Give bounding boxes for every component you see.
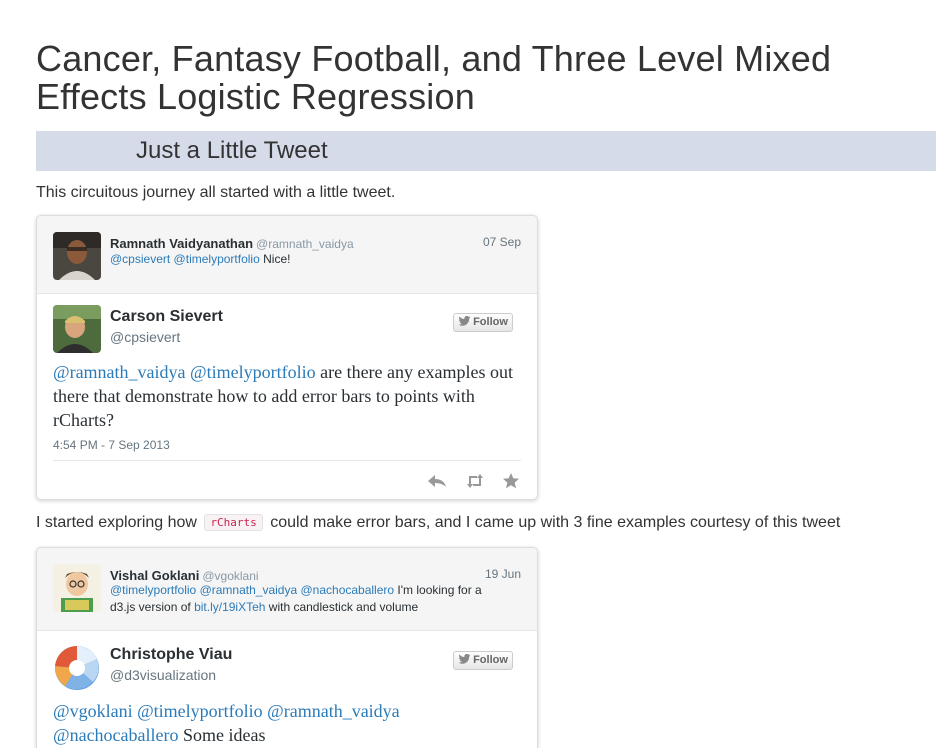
author-name[interactable]: Christophe Viau <box>110 646 232 664</box>
vishal-avatar[interactable] <box>53 564 101 612</box>
mention-link[interactable]: @nachocaballero <box>53 725 179 745</box>
favorite-icon[interactable] <box>502 473 522 489</box>
section-heading: Just a Little Tweet <box>136 137 328 164</box>
reply-body: Nice! <box>263 252 291 266</box>
follow-button[interactable]: Follow <box>453 313 513 332</box>
section-heading-band: Just a Little Tweet <box>36 131 936 171</box>
reply-date[interactable]: 19 Jun <box>485 567 521 581</box>
code-snippet: rCharts <box>204 514 263 531</box>
ramnath-avatar[interactable] <box>53 232 101 280</box>
follow-label: Follow <box>473 316 508 328</box>
reply-date[interactable]: 07 Sep <box>483 235 521 249</box>
in-reply-to-tweet: Ramnath Vaidyanathan @ramnath_vaidya 07 S… <box>37 216 537 294</box>
middle-paragraph: I started exploring how rCharts could ma… <box>36 514 840 532</box>
mention-link[interactable]: @cpsievert <box>110 252 170 266</box>
author-name[interactable]: Carson Sievert <box>110 308 223 326</box>
mention-link[interactable]: @timelyportfolio <box>174 252 260 266</box>
mention-link[interactable]: @timelyportfolio <box>110 583 196 597</box>
in-reply-to-tweet: Vishal Goklani @vgoklani 19 Jun @timelypo… <box>37 548 537 631</box>
reply-author-handle[interactable]: @ramnath_vaidya <box>256 237 354 251</box>
tweet-text: @ramnath_vaidya @timelyportfolio are the… <box>53 360 523 432</box>
follow-label: Follow <box>473 654 508 666</box>
author-handle[interactable]: @d3visualization <box>110 667 216 683</box>
middle-text-start: I started exploring how <box>36 514 197 531</box>
retweet-icon[interactable] <box>465 473 485 489</box>
carson-avatar[interactable] <box>53 305 101 353</box>
tweet-text: @vgoklani @timelyportfolio @ramnath_vaid… <box>53 699 523 747</box>
short-link[interactable]: bit.ly/19iXTeh <box>194 600 265 614</box>
reply-text: @cpsievert @timelyportfolio Nice! <box>110 251 290 268</box>
reply-author-handle[interactable]: @vgoklani <box>202 569 258 583</box>
reply-author-name[interactable]: Ramnath Vaidyanathan <box>110 236 253 251</box>
mention-link[interactable]: @ramnath_vaidya <box>53 362 186 382</box>
reply-icon[interactable] <box>427 473 447 489</box>
tweet-action-bar <box>53 460 521 498</box>
middle-text-end: could make error bars, and I came up wit… <box>270 514 841 531</box>
reply-body: d3.js version of <box>110 600 191 614</box>
mention-link[interactable]: @timelyportfolio <box>137 701 263 721</box>
page-title: Cancer, Fantasy Football, and Three Leve… <box>36 38 832 117</box>
tweet-timestamp[interactable]: 4:54 PM - 7 Sep 2013 <box>53 438 170 452</box>
reply-author: Ramnath Vaidyanathan @ramnath_vaidya <box>110 233 354 252</box>
mention-link[interactable]: @timelyportfolio <box>190 362 316 382</box>
mention-link[interactable]: @ramnath_vaidya <box>267 701 400 721</box>
intro-paragraph: This circuitous journey all started with… <box>36 184 396 201</box>
mention-link[interactable]: @ramnath_vaidya <box>200 583 298 597</box>
author-handle[interactable]: @cpsievert <box>110 329 180 345</box>
christophe-avatar[interactable] <box>53 644 101 692</box>
mention-link[interactable]: @vgoklani <box>53 701 133 721</box>
tweet-body: Some ideas <box>183 725 266 745</box>
twitter-bird-icon <box>458 315 471 326</box>
twitter-bird-icon <box>458 653 471 664</box>
mention-link[interactable]: @nachocaballero <box>300 583 394 597</box>
follow-button[interactable]: Follow <box>453 651 513 670</box>
embedded-tweet-christophe: Vishal Goklani @vgoklani 19 Jun @timelypo… <box>36 547 538 748</box>
reply-text: @timelyportfolio @ramnath_vaidya @nachoc… <box>110 582 520 616</box>
reply-author-name[interactable]: Vishal Goklani <box>110 568 199 583</box>
embedded-tweet-carson: Ramnath Vaidyanathan @ramnath_vaidya 07 S… <box>36 215 538 500</box>
reply-body: I'm looking for a <box>397 583 482 597</box>
reply-body: with candlestick and volume <box>268 600 419 614</box>
